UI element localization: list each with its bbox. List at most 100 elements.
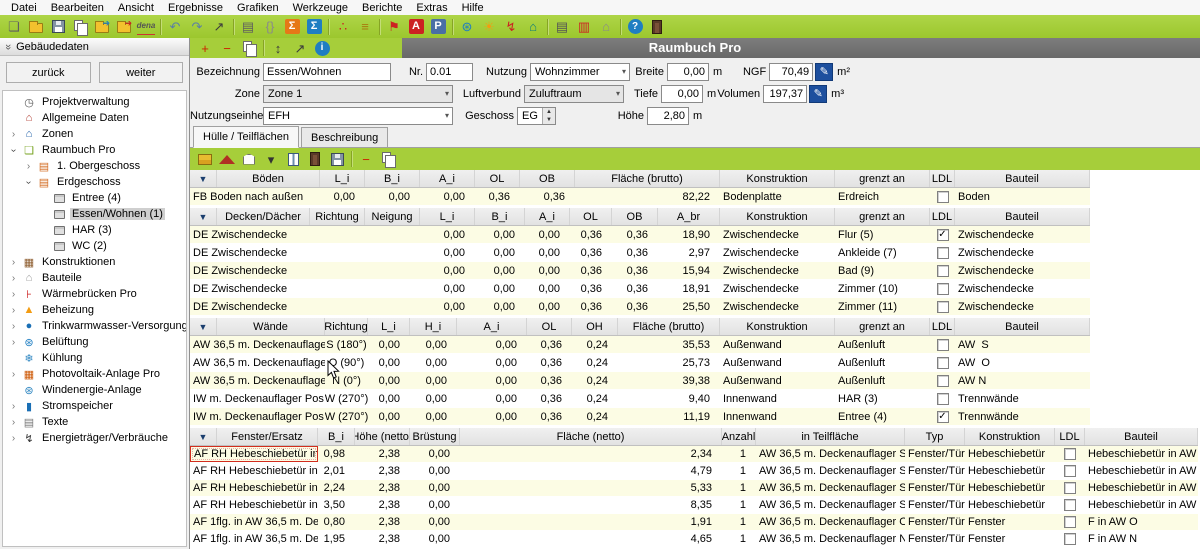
table-cell[interactable]: Hebeschiebetür in AW S — [1085, 497, 1198, 513]
table-cell[interactable]: 0,00 — [410, 354, 457, 371]
letter-p-icon[interactable]: P — [428, 17, 448, 37]
table-cell[interactable]: 0,00 — [420, 226, 475, 243]
table-cell[interactable]: 0,36 — [570, 298, 612, 315]
table-cell[interactable]: 1 — [722, 514, 756, 530]
stepper-arrows[interactable]: ▲▼ — [542, 108, 555, 124]
table-cell[interactable]: Zwischendecke — [720, 298, 835, 315]
ldl-checkbox[interactable] — [937, 375, 949, 387]
table-cell[interactable]: O (90°) — [325, 354, 368, 371]
row-name-cell[interactable]: DE Zwischendecke — [190, 280, 310, 297]
table-cell[interactable] — [310, 262, 365, 279]
table-cell[interactable] — [365, 244, 420, 261]
table-cell[interactable]: Zimmer (10) — [835, 280, 930, 297]
table-cell[interactable]: 0,36 — [520, 188, 575, 205]
table-cell[interactable]: 2,38 — [355, 463, 410, 479]
table-cell[interactable] — [1055, 514, 1085, 530]
table-cell[interactable] — [930, 244, 955, 261]
table-row[interactable]: IW m. Deckenauflager Pos ...W (270°)0,00… — [190, 390, 1090, 408]
table-cell[interactable]: W (270°) — [325, 390, 368, 407]
table-cell[interactable]: 1,95 — [318, 531, 355, 547]
sort-icon[interactable]: ↕ — [268, 39, 288, 57]
info-icon[interactable]: i — [312, 39, 332, 57]
table-cell[interactable]: 0,36 — [612, 226, 658, 243]
table-cell[interactable]: 0,24 — [572, 408, 618, 425]
door-icon[interactable] — [647, 17, 667, 37]
table-cell[interactable] — [1055, 446, 1085, 462]
table-row[interactable]: DE Zwischendecke0,000,000,000,360,3615,9… — [190, 262, 1090, 280]
table-cell[interactable]: AW 36,5 m. Deckenauflager N Pos ... — [756, 531, 905, 547]
copy-icon[interactable] — [70, 17, 90, 37]
table-row[interactable]: AF RH Hebeschiebetür in A...2,242,380,00… — [190, 480, 1198, 497]
table-cell[interactable]: 4,79 — [460, 463, 722, 479]
expand-arrow-icon[interactable]: › — [9, 273, 18, 284]
table-cell[interactable] — [930, 390, 955, 407]
tree-item-essen-wohnen-1[interactable]: Essen/Wohnen (1) — [3, 206, 186, 222]
next-button[interactable]: weiter — [99, 62, 184, 83]
sidebar-header[interactable]: » Gebäudedaten — [0, 38, 189, 56]
table-row[interactable]: AF RH Hebeschiebetür in A...2,012,380,00… — [190, 463, 1198, 480]
table-cell[interactable]: Erdreich — [835, 188, 930, 205]
wall-dropdown-icon[interactable]: ▾ — [261, 150, 281, 168]
table-cell[interactable]: 0,00 — [320, 188, 365, 205]
document-icon[interactable]: ▤ — [238, 17, 258, 37]
add-roof-icon[interactable] — [217, 150, 237, 168]
lightning-icon[interactable]: ↯ — [501, 17, 521, 37]
table-cell[interactable]: Zwischendecke — [955, 262, 1090, 279]
house-curve-icon[interactable]: ⌂ — [596, 17, 616, 37]
table-cell[interactable]: Außenluft — [835, 372, 930, 389]
table-cell[interactable]: Trennwände — [955, 408, 1090, 425]
filter-header-cell[interactable]: ▼ — [190, 208, 217, 225]
table-cell[interactable]: 0,00 — [410, 463, 460, 479]
table-cell[interactable]: 1 — [722, 463, 756, 479]
table-cell[interactable]: 39,38 — [618, 372, 720, 389]
ldl-checkbox[interactable] — [1064, 499, 1076, 511]
table-cell[interactable]: 2,34 — [460, 446, 722, 462]
expand-arrow-icon[interactable]: › — [9, 289, 18, 300]
table-cell[interactable]: Außenwand — [720, 336, 835, 353]
row-name-cell[interactable]: AW 36,5 m. Deckenauflage... — [190, 336, 325, 353]
table-row[interactable]: DE Zwischendecke0,000,000,000,360,3625,5… — [190, 298, 1090, 316]
row-name-cell[interactable]: AF RH Hebeschiebetür in A... — [190, 497, 318, 513]
table-cell[interactable]: 0,36 — [570, 262, 612, 279]
table-row[interactable]: AW 36,5 m. Deckenauflage...S (180°)0,000… — [190, 336, 1090, 354]
table-cell[interactable]: Zwischendecke — [720, 226, 835, 243]
table-cell[interactable]: 0,00 — [457, 372, 527, 389]
table-row[interactable]: AW 36,5 m. Deckenauflage...O (90°)0,000,… — [190, 354, 1090, 372]
table-cell[interactable]: Zwischendecke — [720, 262, 835, 279]
bezeichnung-input[interactable] — [263, 63, 391, 81]
table-cell[interactable] — [930, 262, 955, 279]
table-cell[interactable]: Außenluft — [835, 336, 930, 353]
table-cell[interactable]: Ankleide (7) — [835, 244, 930, 261]
table-cell[interactable]: 0,00 — [368, 372, 410, 389]
open-folder-icon[interactable] — [26, 17, 46, 37]
table-cell[interactable]: 0,36 — [527, 390, 572, 407]
row-name-cell[interactable]: IW m. Deckenauflager Pos ... — [190, 390, 325, 407]
table-cell[interactable]: 0,36 — [570, 280, 612, 297]
ldl-checkbox[interactable] — [1064, 482, 1076, 494]
tree-item-stromspeicher[interactable]: ›▮Stromspeicher — [3, 398, 186, 414]
table-cell[interactable]: Außenwand — [720, 372, 835, 389]
table-cell[interactable] — [930, 372, 955, 389]
table-cell[interactable]: Zwischendecke — [720, 280, 835, 297]
table-cell[interactable]: 15,94 — [658, 262, 720, 279]
stepper-down-icon[interactable]: ▼ — [543, 116, 555, 124]
tree-item-beheizung[interactable]: ›▲Beheizung — [3, 302, 186, 318]
nutzungseinheit-select[interactable]: EFH▾ — [263, 107, 453, 125]
volumen-edit-button[interactable]: ✎ — [809, 85, 827, 103]
table-cell[interactable]: Hebeschiebetür — [965, 446, 1055, 462]
breite-input[interactable] — [667, 63, 709, 81]
braces-icon[interactable]: {} — [260, 17, 280, 37]
table-cell[interactable] — [1055, 531, 1085, 547]
table-cell[interactable]: 0,00 — [420, 298, 475, 315]
expand-arrow-icon[interactable]: › — [9, 417, 18, 428]
table-cell[interactable]: Zwischendecke — [955, 280, 1090, 297]
table-cell[interactable]: 0,36 — [612, 280, 658, 297]
table-cell[interactable]: 0,36 — [612, 262, 658, 279]
table-cell[interactable]: 0,00 — [475, 244, 525, 261]
fan-icon[interactable]: ⊛ — [457, 17, 477, 37]
table-cell[interactable]: 0,36 — [527, 354, 572, 371]
menu-extras[interactable]: Extras — [409, 0, 454, 15]
table-row[interactable]: DE Zwischendecke0,000,000,000,360,3618,9… — [190, 280, 1090, 298]
table-cell[interactable]: Zwischendecke — [720, 244, 835, 261]
ngf-edit-button[interactable]: ✎ — [815, 63, 833, 81]
